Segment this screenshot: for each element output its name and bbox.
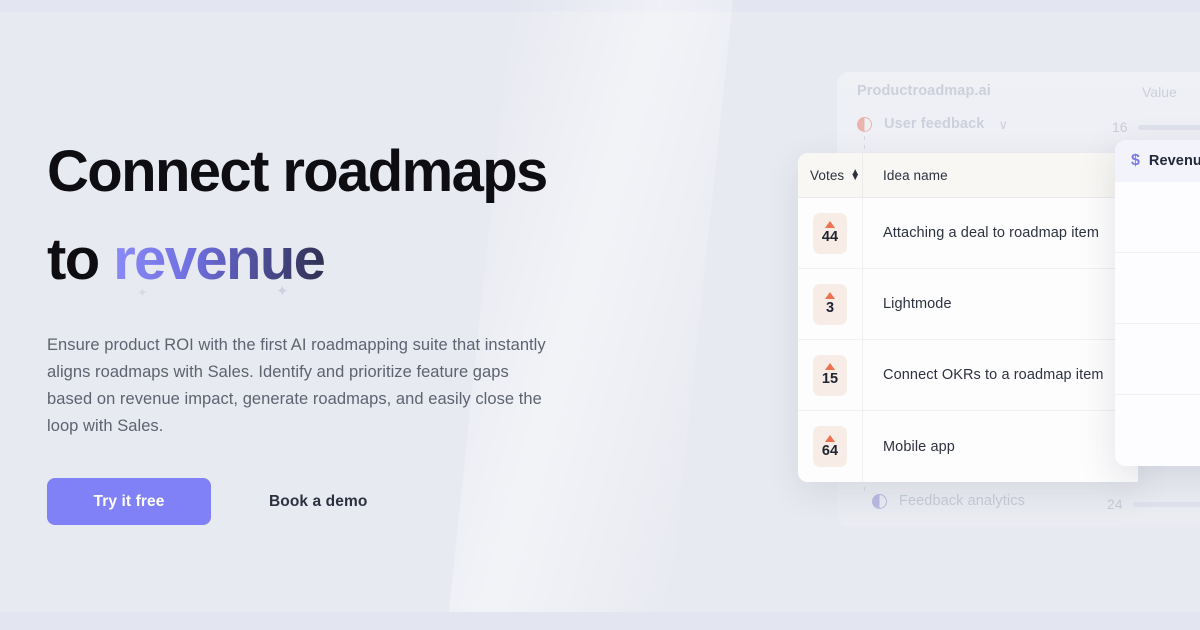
vote-count: 15 (821, 371, 839, 388)
hero-page: Productroadmap.ai Value User feedback ∨ … (0, 0, 1200, 630)
revenue-row[interactable]: $13 3 Deals imp III fbx (1115, 182, 1200, 253)
app-row-user-feedback[interactable]: User feedback ∨ (857, 116, 1008, 132)
headline-line-1: Connect roadmaps (47, 139, 548, 204)
table-row[interactable]: 15 Connect OKRs to a roadmap item (798, 340, 1138, 411)
column-header-idea-name[interactable]: Idea name (862, 153, 1138, 197)
revenue-card: $ Revenue $13 3 Deals imp III fbx $50 3 … (1115, 140, 1200, 466)
upvote-caret-icon[interactable] (825, 363, 835, 371)
bottom-band (0, 612, 1200, 630)
app-row-label: Feedback analytics (899, 493, 1025, 509)
table-row[interactable]: 3 Lightmode (798, 269, 1138, 340)
try-it-free-button[interactable]: Try it free (47, 478, 211, 525)
cta-row: Try it free Book a demo (47, 478, 647, 525)
revenue-card-header: $ Revenue (1115, 140, 1200, 182)
progress-bar-track (1133, 501, 1200, 507)
app-row-label: User feedback (884, 116, 985, 132)
app-title: Productroadmap.ai (857, 83, 991, 99)
hero-content: Connect roadmaps to revenue ✦ ✦ Ensure p… (47, 128, 647, 525)
idea-name-cell[interactable]: Connect OKRs to a roadmap item (862, 340, 1138, 410)
headline-accent-word: revenue (113, 227, 326, 292)
page-title: Connect roadmaps to revenue (47, 128, 647, 304)
vote-count: 44 (821, 229, 839, 246)
revenue-row[interactable]: $1 1 Deal im III (1115, 324, 1200, 395)
column-header-votes[interactable]: Votes ▲ ▼ (798, 153, 862, 197)
headline-line-2-prefix: to (47, 227, 114, 292)
revenue-row[interactable]: $10 7 Deals imp III fbx G (1115, 395, 1200, 466)
ideas-table: Votes ▲ ▼ Idea name 44 Attaching a deal t… (798, 153, 1138, 482)
vote-badge[interactable]: 44 (813, 212, 847, 254)
app-metric-feedback-analytics: 24 (1107, 496, 1200, 512)
dollar-sign-icon: $ (1131, 152, 1140, 169)
book-a-demo-button[interactable]: Book a demo (269, 493, 367, 511)
chevron-down-icon[interactable]: ∨ (998, 118, 1008, 131)
half-circle-red-icon (857, 116, 872, 132)
table-row[interactable]: 64 Mobile app (798, 411, 1138, 482)
sort-updown-icon[interactable]: ▲ ▼ (850, 167, 860, 183)
upvote-caret-icon[interactable] (825, 221, 835, 229)
upvote-caret-icon[interactable] (825, 434, 835, 442)
votes-cell[interactable]: 64 (798, 411, 862, 482)
revenue-card-title: Revenue (1148, 153, 1200, 169)
votes-cell[interactable]: 3 (798, 269, 862, 339)
votes-cell[interactable]: 44 (798, 198, 862, 268)
table-row[interactable]: 44 Attaching a deal to roadmap item (798, 198, 1138, 269)
idea-name-cell[interactable]: Lightmode (862, 269, 1138, 339)
column-header-votes-label: Votes (810, 167, 845, 183)
vote-badge[interactable]: 64 (813, 426, 847, 467)
sparkle-icon: ✦ (137, 285, 148, 300)
table-header-row: Votes ▲ ▼ Idea name (798, 153, 1138, 198)
column-header-idea-name-label: Idea name (883, 167, 948, 183)
vote-badge[interactable]: 15 (813, 354, 847, 396)
app-metric-user-feedback: 16 (1112, 119, 1200, 135)
idea-name-cell[interactable]: Mobile app (862, 411, 1138, 482)
hero-description: Ensure product ROI with the first AI roa… (47, 336, 546, 435)
progress-bar-track (1138, 124, 1200, 130)
sparkle-icon: ✦ (276, 283, 289, 300)
idea-name-cell[interactable]: Attaching a deal to roadmap item (862, 198, 1138, 268)
metric-value: 16 (1112, 119, 1128, 135)
metric-value: 24 (1107, 496, 1123, 512)
revenue-row[interactable]: $50 3 Deals im III fbx (1115, 253, 1200, 324)
vote-count: 64 (821, 442, 839, 459)
votes-cell[interactable]: 15 (798, 340, 862, 410)
vote-count: 3 (825, 300, 835, 317)
vote-badge[interactable]: 3 (813, 283, 847, 325)
app-row-feedback-analytics[interactable]: Feedback analytics (872, 493, 1025, 509)
half-circle-purple-icon (872, 493, 887, 509)
upvote-caret-icon[interactable] (825, 292, 835, 300)
value-column-header: Value (1142, 84, 1177, 100)
